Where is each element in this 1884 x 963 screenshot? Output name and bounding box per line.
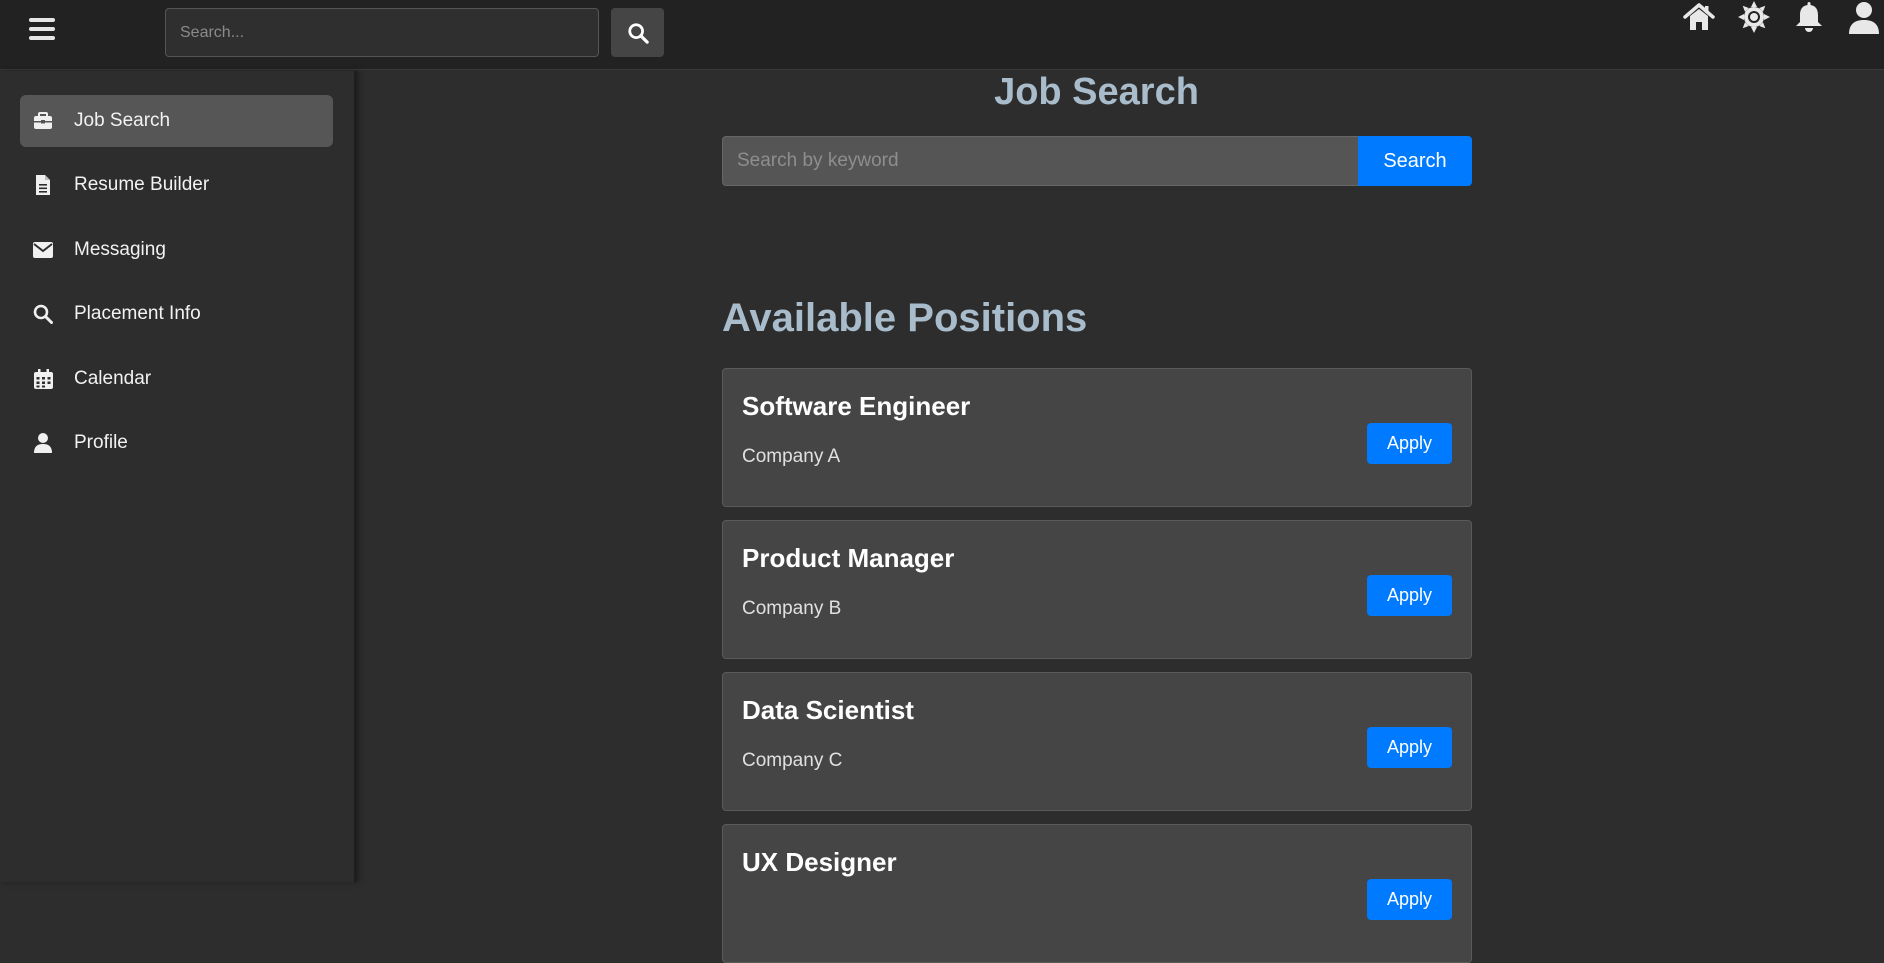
briefcase-icon: [32, 110, 54, 132]
page-title: Job Search: [994, 71, 1199, 113]
sidebar-item-profile[interactable]: Profile: [20, 417, 333, 469]
home-icon[interactable]: [1682, 0, 1716, 34]
keyword-search-button[interactable]: Search: [1358, 136, 1472, 186]
global-search-input[interactable]: [165, 8, 599, 57]
settings-icon[interactable]: [1737, 0, 1771, 34]
hamburger-menu-icon[interactable]: [26, 14, 60, 44]
job-card: Software Engineer Company A Apply: [722, 368, 1472, 507]
sidebar-item-messaging[interactable]: Messaging: [20, 224, 333, 276]
envelope-icon: [32, 239, 54, 261]
sidebar-item-resume-builder[interactable]: Resume Builder: [20, 159, 333, 211]
job-company: Company B: [742, 598, 842, 619]
apply-button[interactable]: Apply: [1367, 727, 1452, 768]
sidebar-item-label: Resume Builder: [74, 174, 210, 195]
apply-button[interactable]: Apply: [1367, 575, 1452, 616]
job-title: Product Manager: [742, 543, 955, 573]
global-search-button[interactable]: [611, 8, 664, 57]
sidebar-item-calendar[interactable]: Calendar: [20, 353, 333, 405]
document-icon: [32, 174, 54, 196]
sidebar-item-job-search[interactable]: Job Search: [20, 95, 333, 147]
sidebar-item-label: Job Search: [74, 110, 171, 131]
search-icon: [627, 22, 649, 44]
apply-button[interactable]: Apply: [1367, 879, 1452, 920]
sidebar-item-label: Profile: [74, 432, 128, 453]
section-title: Available Positions: [722, 296, 1088, 340]
main-content: Job Search Search Available Positions So…: [360, 71, 1884, 963]
bell-icon[interactable]: [1792, 0, 1826, 34]
job-company: Company A: [742, 446, 841, 467]
sidebar-item-label: Placement Info: [74, 303, 201, 324]
search-icon: [32, 303, 54, 325]
job-title: UX Designer: [742, 847, 897, 877]
user-icon: [32, 432, 54, 454]
apply-button[interactable]: Apply: [1367, 423, 1452, 464]
job-title: Software Engineer: [742, 391, 971, 421]
job-card: Data Scientist Company C Apply: [722, 672, 1472, 811]
sidebar-item-label: Calendar: [74, 368, 152, 389]
user-icon[interactable]: [1847, 0, 1881, 34]
keyword-search-input[interactable]: [722, 136, 1359, 186]
job-company: Company C: [742, 750, 843, 771]
job-card: Product Manager Company B Apply: [722, 520, 1472, 659]
top-bar: [0, 0, 1884, 70]
calendar-icon: [32, 368, 54, 390]
sidebar-item-label: Messaging: [74, 239, 166, 260]
sidebar-item-placement-info[interactable]: Placement Info: [20, 288, 333, 340]
job-card: UX Designer Apply: [722, 824, 1472, 963]
sidebar: Job Search Resume Builder Messaging Plac…: [0, 71, 357, 882]
job-title: Data Scientist: [742, 695, 914, 725]
